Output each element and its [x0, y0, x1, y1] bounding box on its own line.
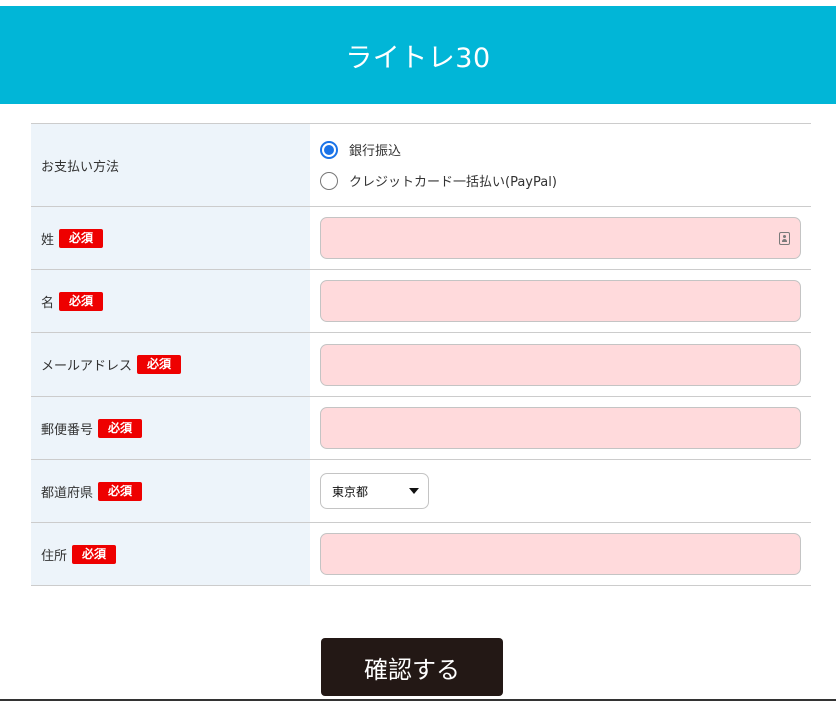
prefecture-selected-value: 東京都 [332, 484, 369, 499]
postal-code-input[interactable] [320, 407, 801, 449]
radio-paypal-label: クレジットカード一括払い(PayPal) [349, 175, 557, 190]
first-name-input[interactable] [320, 280, 801, 322]
page-header: ライトレ30 [0, 6, 836, 104]
required-badge: 必須 [137, 355, 182, 374]
required-badge: 必須 [72, 544, 117, 564]
radio-bank-transfer[interactable] [320, 140, 338, 159]
payment-row: お支払い方法 銀行振込 クレジットカード一括払い(PayPal) [31, 124, 811, 207]
confirm-button[interactable]: 確認する [321, 638, 503, 696]
required-badge: 必須 [59, 291, 104, 311]
first-name-label-cell: 名 必須 [31, 270, 310, 332]
email-value-cell [310, 333, 811, 396]
email-label-cell: メールアドレス 必須 [31, 333, 310, 396]
last-name-row: 姓 必須 [31, 207, 811, 270]
prefecture-value-cell: 東京都 [310, 460, 811, 522]
last-name-label-cell: 姓 必須 [31, 207, 310, 269]
address-input[interactable] [320, 533, 801, 575]
payment-radio-group: 銀行振込 クレジットカード一括払い(PayPal) [320, 140, 557, 190]
first-name-value-cell [310, 270, 811, 332]
order-form: お支払い方法 銀行振込 クレジットカード一括払い(PayPal) 姓 必須 名 … [31, 123, 811, 586]
radio-paypal[interactable] [320, 171, 338, 190]
last-name-value-cell [310, 207, 811, 269]
chevron-down-icon [409, 488, 419, 494]
prefecture-label: 都道府県 [41, 485, 94, 501]
first-name-row: 名 必須 [31, 270, 811, 333]
last-name-label: 姓 [41, 232, 55, 248]
email-row: メールアドレス 必須 [31, 333, 811, 397]
postal-code-value-cell [310, 397, 811, 459]
address-label-cell: 住所 必須 [31, 523, 310, 585]
page-title: ライトレ30 [345, 42, 491, 74]
address-value-cell [310, 523, 811, 585]
payment-label: お支払い方法 [41, 159, 120, 175]
payment-option-bank-transfer[interactable]: 銀行振込 [320, 140, 557, 159]
postal-code-label: 郵便番号 [41, 422, 94, 438]
contact-card-icon[interactable] [779, 232, 790, 245]
payment-value-cell: 銀行振込 クレジットカード一括払い(PayPal) [310, 124, 811, 206]
email-label: メールアドレス [41, 359, 133, 374]
radio-bank-transfer-label: 銀行振込 [349, 144, 402, 159]
required-badge: 必須 [98, 418, 143, 438]
postal-code-label-cell: 郵便番号 必須 [31, 397, 310, 459]
payment-label-cell: お支払い方法 [31, 124, 310, 206]
email-input[interactable] [320, 343, 801, 386]
prefecture-select[interactable]: 東京都 [320, 473, 429, 509]
prefecture-label-cell: 都道府県 必須 [31, 460, 310, 522]
required-badge: 必須 [59, 228, 104, 248]
payment-option-paypal[interactable]: クレジットカード一括払い(PayPal) [320, 171, 557, 190]
address-row: 住所 必須 [31, 523, 811, 586]
postal-code-row: 郵便番号 必須 [31, 397, 811, 460]
last-name-input[interactable] [320, 217, 801, 259]
address-label: 住所 [41, 548, 68, 564]
first-name-label: 名 [41, 295, 55, 311]
prefecture-row: 都道府県 必須 東京都 [31, 460, 811, 523]
required-badge: 必須 [98, 481, 143, 501]
